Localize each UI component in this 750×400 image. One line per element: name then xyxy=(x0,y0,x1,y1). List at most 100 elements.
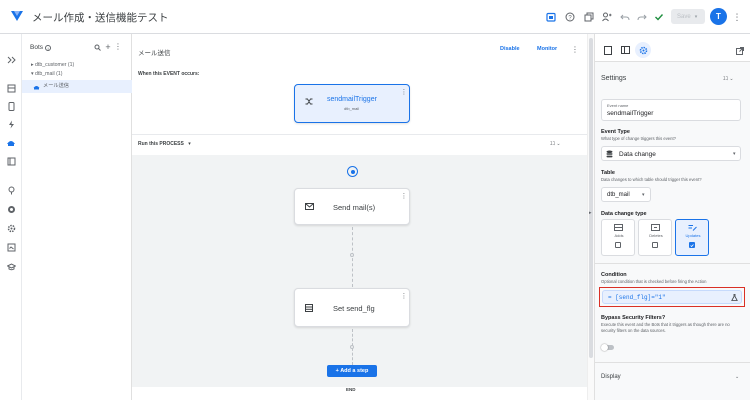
settings-badge-text: ﾕｺ xyxy=(723,76,729,82)
process-section-label: Run this PROCESS ▾ xyxy=(138,141,191,147)
tree-item-dtb-customer[interactable]: ▸ dtb_customer (1) xyxy=(22,61,132,70)
add-bot-icon[interactable]: + xyxy=(104,42,112,52)
intelligence-icon[interactable] xyxy=(5,155,17,167)
table-edit-icon xyxy=(305,304,313,312)
top-bar: メール作成・送信機能テスト ? Save ▾ T ⋮ xyxy=(0,0,750,34)
step-connector xyxy=(352,227,353,287)
disable-button[interactable]: Disable xyxy=(500,46,520,52)
check-icon[interactable] xyxy=(653,11,665,23)
chevron-down-icon[interactable]: ⌄ xyxy=(735,374,739,380)
event-type-title: Event Type xyxy=(601,129,630,135)
views-icon[interactable] xyxy=(5,82,17,94)
appsheet-logo-icon[interactable] xyxy=(10,9,24,23)
mobile-icon[interactable] xyxy=(5,100,17,112)
event-section-label: When this EVENT occurs: xyxy=(138,71,200,77)
bypass-toggle[interactable] xyxy=(601,343,614,351)
redo-icon[interactable] xyxy=(636,11,648,23)
chevron-down-icon: ▾ xyxy=(733,151,736,157)
calendar-icon[interactable] xyxy=(545,11,557,23)
event-name-field[interactable]: Event name sendmailTrigger xyxy=(601,99,741,121)
trigger-more-icon[interactable]: ⋮ xyxy=(401,88,408,96)
open-in-new-icon[interactable] xyxy=(735,46,744,55)
split-view-icon[interactable] xyxy=(620,45,630,55)
security-icon[interactable] xyxy=(5,203,17,215)
info-icon[interactable]: i xyxy=(45,44,52,51)
tree-item-mail-send[interactable]: メール送信 xyxy=(22,80,132,93)
change-type-updates[interactable]: Updates xyxy=(675,219,709,256)
table-title: Table xyxy=(601,170,615,176)
actions-icon[interactable] xyxy=(5,118,17,130)
event-name-value: sendmailTrigger xyxy=(607,110,654,117)
help-icon[interactable]: ? xyxy=(564,11,576,23)
toggle-knob xyxy=(601,343,608,351)
condition-input[interactable]: = [send_flg]="1" xyxy=(602,290,742,304)
table-edit-icon xyxy=(688,224,697,231)
bots-panel: Bots i + ⋮ ▸ dtb_customer (1) ▾ dtb_mail… xyxy=(22,34,132,400)
event-type-desc: What type of change triggers this event? xyxy=(601,136,676,141)
share-icon[interactable] xyxy=(601,11,613,23)
event-name-label: Event name xyxy=(607,103,629,108)
search-icon[interactable] xyxy=(93,43,101,51)
divider xyxy=(132,134,587,135)
step-more-icon[interactable]: ⋮ xyxy=(401,292,408,300)
bots-more-icon[interactable]: ⋮ xyxy=(114,42,122,51)
tree-item-label: メール送信 xyxy=(43,83,69,89)
deletes-checkbox[interactable] xyxy=(652,242,658,248)
save-button[interactable]: Save ▾ xyxy=(671,9,705,24)
check-icon xyxy=(690,243,694,247)
gear-tab[interactable] xyxy=(635,42,651,58)
panel-toggle-icon[interactable] xyxy=(603,45,613,55)
updates-checkbox[interactable] xyxy=(689,242,695,248)
adds-checkbox[interactable] xyxy=(615,242,621,248)
bot-icon xyxy=(33,85,40,89)
step-more-icon[interactable]: ⋮ xyxy=(401,192,408,200)
monitor-button[interactable]: Monitor xyxy=(537,46,557,52)
bot-title: メール送信 xyxy=(138,50,171,57)
step-card-send-mail[interactable]: Send mail(s) ⋮ xyxy=(294,188,410,225)
change-type-deletes[interactable]: Deletes xyxy=(638,219,672,256)
process-label-text: Run this PROCESS xyxy=(138,141,184,147)
step-title: Send mail(s) xyxy=(333,203,376,212)
add-step-top-icon[interactable] xyxy=(347,166,358,177)
change-type-adds[interactable]: Adds xyxy=(601,219,635,256)
chevron-down-icon[interactable]: ▾ xyxy=(188,141,191,147)
connector-dot xyxy=(350,253,354,257)
data-icon[interactable] xyxy=(5,54,17,66)
chevron-down-icon: ▾ xyxy=(694,13,698,20)
more-vert-icon[interactable]: ⋮ xyxy=(732,11,742,23)
manage-icon[interactable] xyxy=(5,241,17,253)
end-label: END xyxy=(346,387,356,392)
avatar[interactable]: T xyxy=(710,8,727,25)
event-type-select[interactable]: Data change ▾ xyxy=(601,146,741,161)
settings-panel: Settings ﾕｺ ⌄ Event name sendmailTrigger… xyxy=(594,34,750,400)
add-step-button[interactable]: + Add a step xyxy=(327,365,377,377)
copy-icon[interactable] xyxy=(583,11,595,23)
condition-desc: Optional condition that is checked befor… xyxy=(601,279,707,284)
step-card-set-send-flg[interactable]: Set send_flg ⋮ xyxy=(294,288,410,327)
event-type-value: Data change xyxy=(619,151,656,158)
tree-item-dtb-mail[interactable]: ▾ dtb_mail (1) xyxy=(22,70,132,79)
process-area: Send mail(s) ⋮ Set send_flg ⋮ + Add a st… xyxy=(132,155,587,392)
scrollbar-thumb[interactable] xyxy=(589,38,593,358)
settings-icon[interactable] xyxy=(5,222,17,234)
trigger-card[interactable]: sendmailTrigger dtb_mail ⋮ xyxy=(294,84,410,123)
divider xyxy=(595,263,750,264)
automation-icon[interactable] xyxy=(5,137,17,149)
display-section[interactable]: Display xyxy=(601,374,621,380)
settings-title: Settings xyxy=(601,75,627,82)
bot-more-icon[interactable]: ⋮ xyxy=(571,45,579,54)
learn-icon[interactable] xyxy=(5,260,17,272)
process-badge[interactable]: ﾕｺ ⌄ xyxy=(550,140,561,147)
canvas-scrollbar[interactable]: ▸ xyxy=(587,34,594,400)
settings-badge[interactable]: ﾕｺ ⌄ xyxy=(723,75,734,82)
bypass-desc: Execute this event and the Bots that it … xyxy=(601,322,730,333)
flask-icon[interactable] xyxy=(731,294,738,301)
location-icon[interactable] xyxy=(5,184,17,196)
collapse-arrow-icon[interactable]: ▸ xyxy=(589,210,592,216)
table-select[interactable]: dtb_mail ▾ xyxy=(601,187,651,202)
trigger-title: sendmailTrigger xyxy=(327,96,377,103)
bots-header-label: Bots xyxy=(30,44,44,51)
app-title[interactable]: メール作成・送信機能テスト xyxy=(32,10,169,25)
condition-title: Condition xyxy=(601,272,627,278)
undo-icon[interactable] xyxy=(619,11,631,23)
